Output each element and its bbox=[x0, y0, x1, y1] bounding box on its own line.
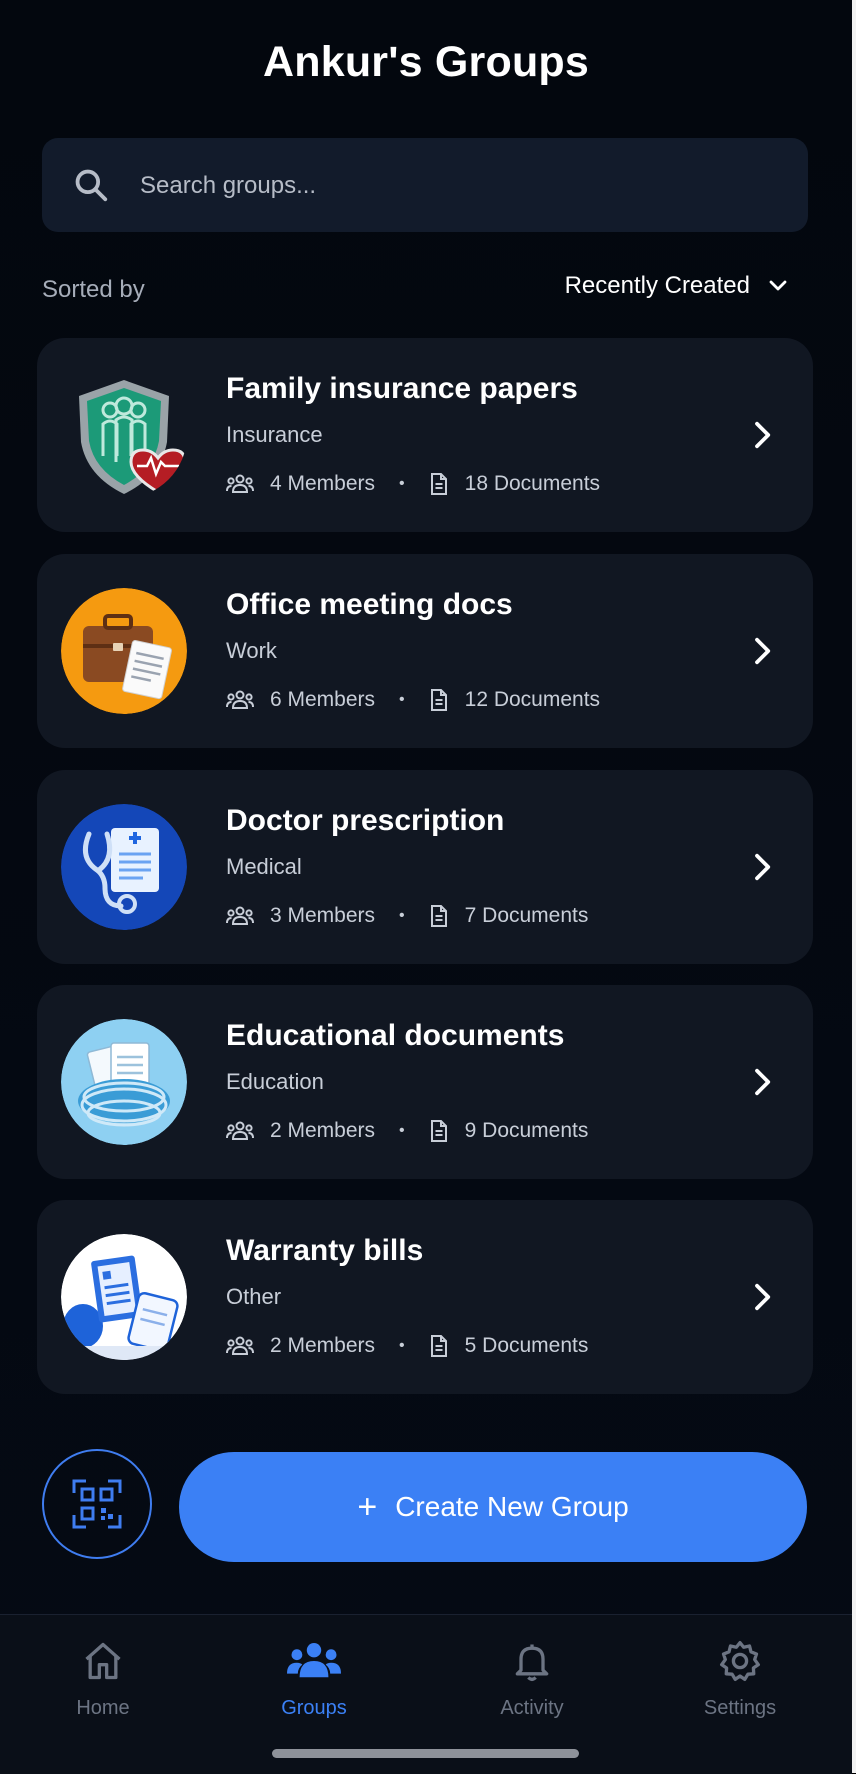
screen-edge bbox=[852, 0, 856, 1773]
members-count: 6 Members bbox=[270, 688, 376, 711]
group-card[interactable]: Educational documents Education 2 Member… bbox=[37, 985, 813, 1179]
home-indicator[interactable] bbox=[272, 1749, 579, 1758]
group-title: Warranty bills bbox=[226, 1234, 424, 1267]
group-title: Office meeting docs bbox=[226, 588, 513, 621]
group-category: Insurance bbox=[226, 422, 323, 447]
nav-label-home: Home bbox=[76, 1697, 130, 1719]
members-icon bbox=[226, 474, 254, 493]
chevron-right-icon bbox=[755, 637, 771, 665]
meta-separator: • bbox=[399, 475, 405, 492]
nav-label-groups: Groups bbox=[281, 1697, 347, 1719]
nav-label-settings: Settings bbox=[703, 1697, 777, 1719]
document-icon bbox=[430, 1120, 447, 1142]
nav-item-home[interactable]: Home bbox=[23, 1639, 183, 1720]
search-input[interactable] bbox=[138, 138, 782, 234]
documents-count: 7 Documents bbox=[464, 904, 589, 927]
members-count: 4 Members bbox=[270, 472, 376, 495]
chevron-right-icon bbox=[755, 1068, 771, 1096]
group-meta: 2 Members • 9 Documents bbox=[226, 1119, 588, 1143]
members-count: 3 Members bbox=[270, 904, 376, 927]
group-card[interactable]: Family insurance papers Insurance 4 Memb… bbox=[37, 338, 813, 532]
group-meta: 6 Members • 12 Documents bbox=[226, 688, 600, 712]
documents-count: 5 Documents bbox=[464, 1334, 589, 1357]
stethoscope-icon bbox=[61, 804, 187, 930]
bell-icon bbox=[515, 1644, 549, 1681]
members-count: 2 Members bbox=[270, 1334, 376, 1357]
nav-item-settings[interactable]: Settings bbox=[660, 1639, 820, 1720]
documents-nest-icon bbox=[61, 1019, 187, 1145]
group-meta: 3 Members • 7 Documents bbox=[226, 904, 588, 928]
sort-label: Sorted by bbox=[42, 276, 145, 303]
members-count: 2 Members bbox=[270, 1119, 376, 1142]
nav-item-activity[interactable]: Activity bbox=[452, 1639, 612, 1720]
group-category: Other bbox=[226, 1284, 282, 1309]
page-title: Ankur's Groups bbox=[262, 38, 589, 86]
group-title: Family insurance papers bbox=[226, 372, 578, 405]
documents-count: 12 Documents bbox=[464, 688, 601, 711]
chevron-right-icon bbox=[755, 1283, 771, 1311]
qr-scan-button[interactable] bbox=[42, 1449, 152, 1559]
sort-dropdown[interactable]: Recently Created bbox=[565, 272, 790, 300]
group-title: Doctor prescription bbox=[226, 804, 505, 837]
gear-icon bbox=[720, 1641, 760, 1681]
groups-screen: Ankur's Groups Sorted by Recently Create… bbox=[0, 0, 852, 1774]
plus-icon: + bbox=[357, 1488, 378, 1526]
group-card[interactable]: Warranty bills Other 2 Members • 5 Docum… bbox=[37, 1200, 813, 1394]
insurance-shield-icon bbox=[61, 372, 187, 498]
group-meta: 4 Members • 18 Documents bbox=[226, 472, 600, 496]
group-category: Medical bbox=[226, 854, 302, 879]
create-group-label: Create New Group bbox=[395, 1491, 629, 1522]
chevron-right-icon bbox=[755, 853, 771, 881]
meta-separator: • bbox=[399, 1122, 405, 1139]
receipt-documents-icon bbox=[61, 1234, 187, 1360]
groups-icon bbox=[287, 1643, 341, 1678]
members-icon bbox=[226, 1336, 254, 1355]
create-group-button[interactable]: + Create New Group bbox=[179, 1452, 807, 1562]
document-icon bbox=[430, 1335, 447, 1357]
nav-label-activity: Activity bbox=[500, 1697, 564, 1719]
chevron-right-icon bbox=[755, 421, 771, 449]
group-title: Educational documents bbox=[226, 1019, 565, 1052]
meta-separator: • bbox=[399, 1337, 405, 1354]
group-meta: 2 Members • 5 Documents bbox=[226, 1334, 588, 1358]
sort-selected-value: Recently Created bbox=[564, 272, 750, 299]
group-card[interactable]: Doctor prescription Medical 3 Members • … bbox=[37, 770, 813, 964]
members-icon bbox=[226, 690, 254, 709]
document-icon bbox=[430, 473, 447, 495]
chevron-down-icon bbox=[769, 280, 787, 291]
qr-scan-icon bbox=[72, 1479, 122, 1529]
group-card[interactable]: Office meeting docs Work 6 Members • 12 … bbox=[37, 554, 813, 748]
home-icon bbox=[85, 1642, 121, 1680]
members-icon bbox=[226, 906, 254, 925]
search-bar[interactable] bbox=[42, 138, 808, 234]
document-icon bbox=[430, 905, 447, 927]
documents-count: 9 Documents bbox=[464, 1119, 589, 1142]
group-category: Education bbox=[226, 1069, 324, 1094]
members-icon bbox=[226, 1121, 254, 1140]
group-category: Work bbox=[226, 638, 277, 663]
meta-separator: • bbox=[399, 691, 405, 708]
document-icon bbox=[430, 689, 447, 711]
search-icon bbox=[75, 169, 108, 202]
nav-item-groups[interactable]: Groups bbox=[234, 1639, 394, 1720]
documents-count: 18 Documents bbox=[464, 472, 601, 495]
meta-separator: • bbox=[399, 907, 405, 924]
briefcase-icon bbox=[61, 588, 187, 714]
